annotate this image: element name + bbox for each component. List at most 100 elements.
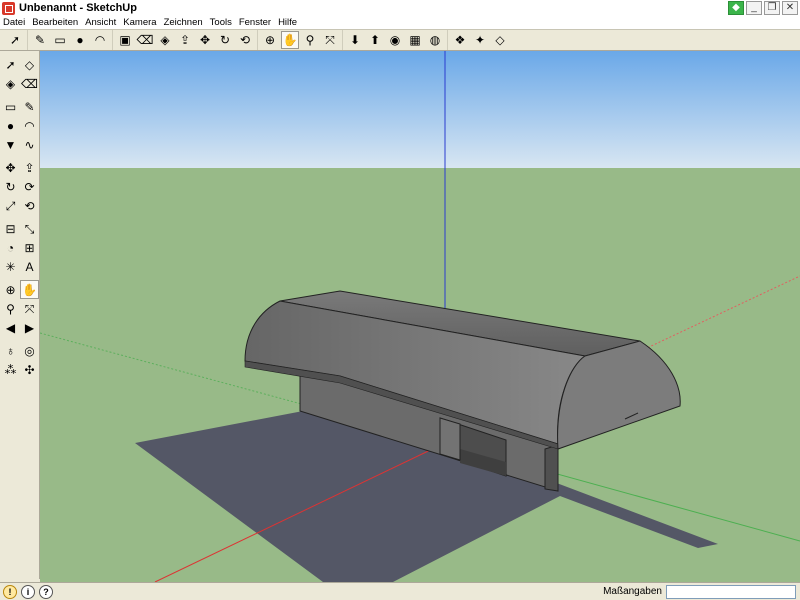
tool-row: ▼ ∿ xyxy=(0,135,39,154)
orbit-icon[interactable]: ⊕ xyxy=(261,31,279,49)
rectangle-icon[interactable]: ▭ xyxy=(51,31,69,49)
rectangle-icon[interactable]: ▭ xyxy=(1,97,20,116)
large-toolset: ➚ ◇ ◈ ⌫ ▭ ✎ ● ◠ ▼ ∿ ✥ ⇪ ↻ ⟳ ⤢ ⟲ ⊟ ⤡ ◔ ⊞ ✳ A ⊕ ✋ ⚲ ⤧ ◀ ▶ ♁ ◎ ⁂ ✣ xyxy=(0,51,40,579)
tool-row: ↻ ⟳ xyxy=(0,177,39,196)
menu-zeichnen[interactable]: Zeichnen xyxy=(164,17,203,28)
extension-icon[interactable]: ✦ xyxy=(471,31,489,49)
move-icon[interactable]: ✥ xyxy=(196,31,214,49)
instructor-icon[interactable]: ◆ xyxy=(728,1,744,15)
geo-location-icon[interactable]: ◉ xyxy=(386,31,404,49)
pan-icon[interactable]: ✋ xyxy=(20,280,39,299)
zoom-extents-icon[interactable]: ⤧ xyxy=(20,299,39,318)
toolbar-group: ⊕ ✋ ⚲ ⤧ xyxy=(257,30,342,50)
toolbar-group: ▣ ⌫ ◈ ⇪ ✥ ↻ ⟲ xyxy=(112,30,257,50)
sky xyxy=(40,51,800,168)
circle-icon[interactable]: ● xyxy=(71,31,89,49)
tool-row: ● ◠ xyxy=(0,116,39,135)
title-bar: Unbenannt - SketchUp ◆ _ ❐ ✕ xyxy=(0,0,800,16)
tool-row: ◀ ▶ xyxy=(0,318,39,337)
tool-row: ➚ ◇ xyxy=(0,55,39,74)
next-view-icon[interactable]: ▶ xyxy=(20,318,39,337)
window-title: Unbenannt - SketchUp xyxy=(19,2,137,14)
help-icon[interactable]: ? xyxy=(39,584,53,599)
sketchup-logo-icon xyxy=(2,1,15,15)
tool-row: ⤢ ⟲ xyxy=(0,196,39,215)
lower-block-end xyxy=(544,444,559,492)
3d-text-icon[interactable]: A xyxy=(20,257,39,276)
tool-row: ✥ ⇪ xyxy=(0,158,39,177)
box-icon[interactable]: ◇ xyxy=(491,31,509,49)
pencil-icon[interactable]: ✎ xyxy=(31,31,49,49)
protractor-icon[interactable]: ◔ xyxy=(1,238,20,257)
circle-icon[interactable]: ● xyxy=(1,116,20,135)
offset-icon[interactable]: ⟲ xyxy=(236,31,254,49)
paint-bucket-icon[interactable]: ◈ xyxy=(1,74,20,93)
pencil-icon[interactable]: ✎ xyxy=(20,97,39,116)
previous-view-icon[interactable]: ◀ xyxy=(1,318,20,337)
arc-icon[interactable]: ◠ xyxy=(91,31,109,49)
tool-row: ◈ ⌫ xyxy=(0,74,39,93)
paint-bucket-icon[interactable]: ◈ xyxy=(156,31,174,49)
select-icon[interactable]: ➚ xyxy=(6,31,24,49)
follow-me-icon[interactable]: ⟳ xyxy=(20,177,39,196)
menu-kamera[interactable]: Kamera xyxy=(123,17,156,28)
push-pull-icon[interactable]: ⇪ xyxy=(176,31,194,49)
close-button[interactable]: ✕ xyxy=(782,1,798,15)
component-icon[interactable]: ❖ xyxy=(451,31,469,49)
minimize-button[interactable]: _ xyxy=(746,1,762,15)
menu-fenster[interactable]: Fenster xyxy=(239,17,271,28)
pillar-left xyxy=(439,417,461,461)
maximize-button[interactable]: ❐ xyxy=(764,1,780,15)
freehand-icon[interactable]: ∿ xyxy=(20,135,39,154)
scale-icon[interactable]: ⤢ xyxy=(1,196,20,215)
get-models-icon[interactable]: ⬇ xyxy=(346,31,364,49)
text-icon[interactable]: ⊞ xyxy=(20,238,39,257)
share-model-icon[interactable]: ⬆ xyxy=(366,31,384,49)
push-pull-icon[interactable]: ⇪ xyxy=(20,158,39,177)
tool-row: ⁂ ✣ xyxy=(0,360,39,379)
geo-location-status-icon[interactable]: ! xyxy=(3,584,17,599)
tool-row: ▭ ✎ xyxy=(0,97,39,116)
toolbar-group: ✎ ▭ ● ◠ xyxy=(27,30,112,50)
tape-measure-icon[interactable]: ⊟ xyxy=(1,219,20,238)
zoom-extents-icon[interactable]: ⤧ xyxy=(321,31,339,49)
make-component-icon[interactable]: ▣ xyxy=(116,31,134,49)
menu-hilfe[interactable]: Hilfe xyxy=(278,17,297,28)
main-toolbar: ➚ ✎ ▭ ● ◠ ▣ ⌫ ◈ ⇪ ✥ ↻ ⟲ ⊕ ✋ ⚲ ⤧ ⬇ ⬆ ◉ ▦ ◍ ❖ ✦ ◇ xyxy=(0,29,800,51)
walk-icon[interactable]: ⁂ xyxy=(1,360,20,379)
move-icon[interactable]: ✥ xyxy=(1,158,20,177)
select-icon[interactable]: ➚ xyxy=(1,55,20,74)
menu-bearbeiten[interactable]: Bearbeiten xyxy=(32,17,78,28)
polygon-icon[interactable]: ▼ xyxy=(1,135,20,154)
axes-icon[interactable]: ✳ xyxy=(1,257,20,276)
toolbar-group: ➚ xyxy=(3,30,27,50)
section-plane-icon[interactable]: ✣ xyxy=(20,360,39,379)
measurements-input[interactable] xyxy=(666,584,796,599)
zoom-icon[interactable]: ⚲ xyxy=(1,299,20,318)
rotate-icon[interactable]: ↻ xyxy=(1,177,20,196)
position-camera-icon[interactable]: ♁ xyxy=(1,341,20,360)
rotate-icon[interactable]: ↻ xyxy=(216,31,234,49)
offset-icon[interactable]: ⟲ xyxy=(20,196,39,215)
credits-icon[interactable]: i xyxy=(21,584,35,599)
drawing-area[interactable] xyxy=(40,51,800,582)
menu-datei[interactable]: Datei xyxy=(3,17,25,28)
orbit-icon[interactable]: ⊕ xyxy=(1,280,20,299)
menu-bar: Datei Bearbeiten Ansicht Kamera Zeichnen… xyxy=(0,16,800,29)
google-earth-icon[interactable]: ◍ xyxy=(426,31,444,49)
zoom-icon[interactable]: ⚲ xyxy=(301,31,319,49)
tool-row: ✳ A xyxy=(0,257,39,276)
dimension-icon[interactable]: ⤡ xyxy=(20,219,39,238)
tool-row: ⊕ ✋ xyxy=(0,280,39,299)
make-component-icon[interactable]: ◇ xyxy=(20,55,39,74)
scene-canvas[interactable] xyxy=(40,51,800,582)
tool-row: ⚲ ⤧ xyxy=(0,299,39,318)
pan-icon[interactable]: ✋ xyxy=(281,31,299,49)
menu-ansicht[interactable]: Ansicht xyxy=(85,17,116,28)
look-around-icon[interactable]: ◎ xyxy=(20,341,39,360)
eraser-icon[interactable]: ⌫ xyxy=(20,74,39,93)
menu-tools[interactable]: Tools xyxy=(210,17,232,28)
arc-icon[interactable]: ◠ xyxy=(20,116,39,135)
eraser-icon[interactable]: ⌫ xyxy=(136,31,154,49)
photo-textures-icon[interactable]: ▦ xyxy=(406,31,424,49)
